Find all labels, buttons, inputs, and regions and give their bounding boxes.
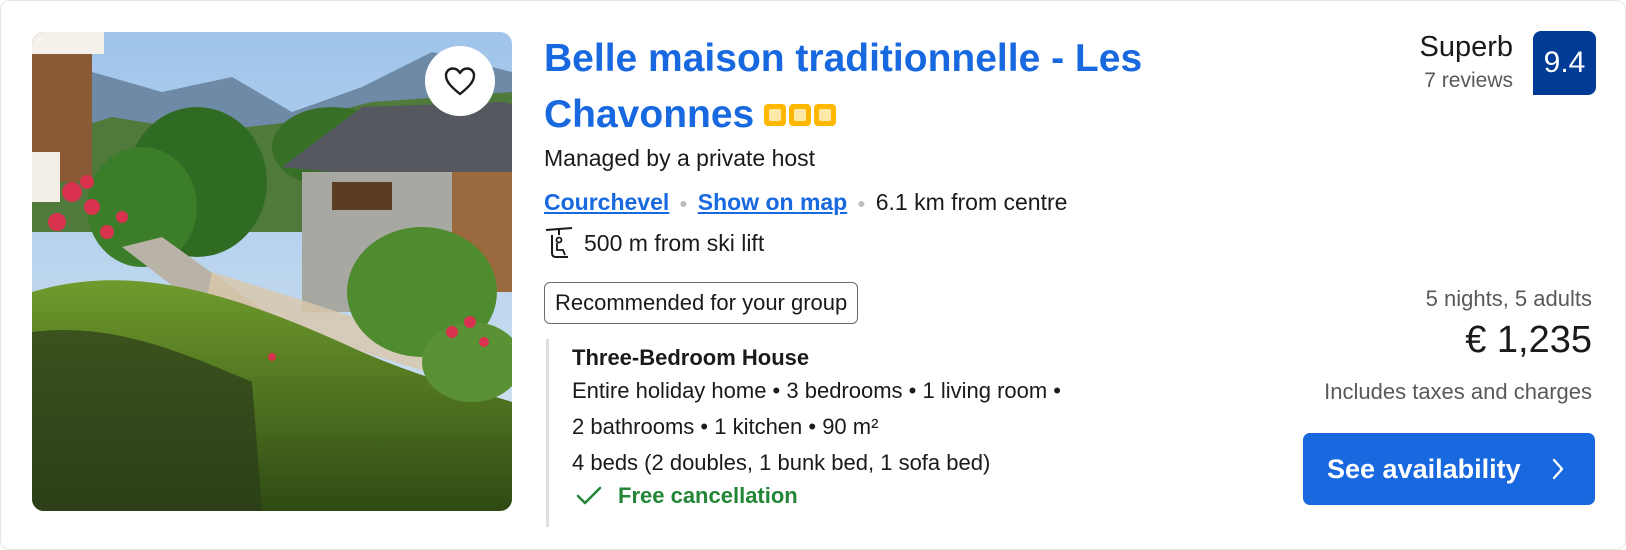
star-icon	[764, 103, 787, 126]
unit-features: 2 bathrooms • 1 kitchen • 90 m²	[572, 414, 879, 439]
favorite-button[interactable]	[425, 46, 495, 116]
separator-dot: ●	[679, 194, 688, 211]
check-icon	[576, 486, 602, 505]
rating-word[interactable]: Superb	[1419, 31, 1513, 64]
managed-by: Managed by a private host	[544, 145, 816, 171]
unit-name: Three-Bedroom House	[572, 345, 810, 370]
taxes-note: Includes taxes and charges	[1324, 379, 1592, 404]
free-cancellation: Free cancellation	[572, 483, 1186, 509]
price: € 1,235	[1465, 319, 1592, 361]
free-cancellation-label: Free cancellation	[618, 483, 798, 508]
review-count[interactable]: 7 reviews	[1424, 69, 1513, 93]
stay-summary: 5 nights, 5 adults	[1425, 286, 1592, 311]
heart-icon	[444, 67, 476, 96]
unit-beds: 4 beds (2 doubles, 1 bunk bed, 1 sofa be…	[572, 450, 991, 475]
ski-lift-icon	[545, 227, 573, 258]
property-title-row: Belle maison traditionnelle - Les Chavon…	[544, 31, 1224, 145]
distance-text: 6.1 km from centre	[875, 189, 1068, 215]
location-link[interactable]: Courchevel	[544, 189, 669, 216]
see-availability-button[interactable]: See availability	[1303, 433, 1595, 505]
star-icon	[789, 103, 812, 126]
unit-features: Entire holiday home • 3 bedrooms • 1 liv…	[572, 378, 1062, 403]
property-title[interactable]: Belle maison traditionnelle - Les Chavon…	[544, 37, 1142, 136]
ski-lift-line: 500 m from ski lift	[544, 227, 764, 259]
unit-details: Three-Bedroom House Entire holiday home …	[546, 339, 1186, 527]
separator-dot: ●	[857, 194, 866, 211]
ski-lift-distance: 500 m from ski lift	[584, 229, 765, 256]
score-badge[interactable]: 9.4	[1533, 31, 1596, 95]
star-icon	[814, 103, 837, 126]
chevron-right-icon	[1552, 458, 1564, 480]
property-card: Belle maison traditionnelle - Les Chavon…	[0, 0, 1626, 550]
show-on-map-link[interactable]: Show on map	[698, 189, 848, 216]
see-availability-label: See availability	[1327, 453, 1521, 484]
star-rating	[764, 86, 839, 142]
location-line: Courchevel ● Show on map ● 6.1 km from c…	[544, 189, 1067, 216]
recommended-badge: Recommended for your group	[544, 282, 859, 324]
